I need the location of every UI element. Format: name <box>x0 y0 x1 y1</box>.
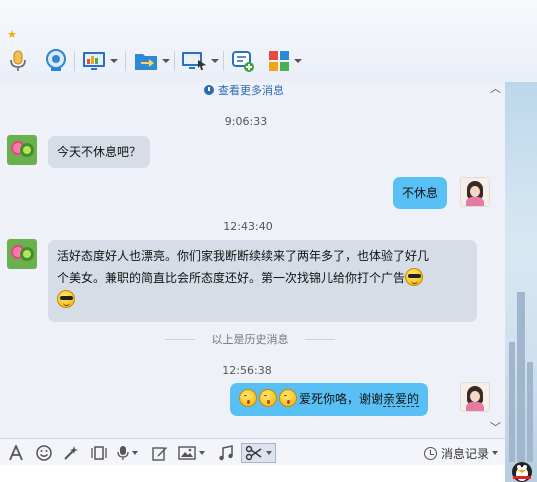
image-button[interactable] <box>178 443 205 463</box>
shake-button[interactable] <box>90 443 108 463</box>
message-text-line: 个美女。兼职的简直比会所态度还好。第一次找锦儿给你打个广告 <box>57 271 406 285</box>
voice-msg-icon <box>117 446 129 460</box>
message-text: 不休息 <box>402 186 439 200</box>
screenshot-icon <box>245 445 262 461</box>
remote-desktop-button[interactable] <box>181 47 219 75</box>
avatar[interactable] <box>460 382 490 412</box>
message-text-highlight: 亲爱的 <box>383 392 420 407</box>
timestamp: 12:43:40 <box>223 220 273 233</box>
message-text-line: 活好态度好人也漂亮。你们家我断断续续来了两年多了，也体验了好几 <box>57 249 430 263</box>
more-apps-button[interactable] <box>268 47 302 75</box>
emoji-button[interactable] <box>36 443 52 463</box>
qq-penguin-icon <box>509 458 535 482</box>
magic-effect-button[interactable] <box>63 443 79 463</box>
message-bubble-left[interactable]: 今天不休息吧？ <box>48 136 151 168</box>
voice-icon <box>10 50 26 71</box>
screen-share-button[interactable] <box>82 47 118 75</box>
collapse-up-icon[interactable]: ︿ <box>490 80 501 96</box>
shake-icon <box>91 446 107 460</box>
kiss-emoji-icon <box>259 389 277 407</box>
clock-icon <box>204 85 214 95</box>
chat-toolbar <box>0 47 330 75</box>
timestamp: 9:06:33 <box>224 115 268 128</box>
screenshot-button[interactable] <box>241 443 276 463</box>
timestamp: 12:56:38 <box>222 364 272 377</box>
remote-desktop-icon <box>182 52 206 70</box>
font-icon <box>9 445 23 461</box>
message-log-button[interactable]: 消息记录 <box>424 443 499 463</box>
edit-button[interactable] <box>152 443 168 463</box>
image-icon <box>178 446 196 460</box>
avatar[interactable] <box>7 239 37 269</box>
input-toolbar: 消息记录 <box>0 438 505 465</box>
message-bubble-right[interactable]: 爱死你咯，谢谢亲爱的 <box>230 383 429 416</box>
video-icon <box>46 49 66 71</box>
music-icon <box>219 445 233 461</box>
more-apps-icon <box>269 51 289 71</box>
voice-message-button[interactable] <box>117 443 138 463</box>
clock-icon <box>424 446 437 460</box>
view-more-messages-link[interactable]: 查看更多消息 <box>204 82 284 98</box>
side-panel-background <box>505 82 537 482</box>
cool-emoji-icon <box>57 290 75 308</box>
magic-icon <box>64 446 78 460</box>
font-button[interactable] <box>8 443 24 463</box>
cool-emoji-icon <box>405 268 424 286</box>
view-more-label: 查看更多消息 <box>218 84 284 97</box>
file-transfer-button[interactable] <box>134 47 170 75</box>
voice-call-button[interactable] <box>8 47 28 75</box>
avatar[interactable] <box>460 177 490 207</box>
avatar[interactable] <box>7 135 37 165</box>
music-button[interactable] <box>218 443 234 463</box>
video-call-button[interactable] <box>44 47 68 75</box>
collapse-down-icon[interactable]: ﹀ <box>490 419 501 435</box>
screen-share-icon <box>83 52 105 70</box>
message-log-label: 消息记录 <box>441 446 490 461</box>
message-bubble-right[interactable]: 不休息 <box>393 177 448 209</box>
message-bubble-left[interactable]: 活好态度好人也漂亮。你们家我断断续续来了两年多了，也体验了好几 个美女。兼职的简… <box>48 240 477 322</box>
file-transfer-icon <box>135 54 157 70</box>
history-divider: 以上是历史消息 <box>211 333 289 346</box>
emoji-icon <box>36 445 52 461</box>
kiss-emoji-icon <box>279 389 297 407</box>
message-text: 今天不休息吧？ <box>57 145 142 159</box>
message-text: 爱死你咯，谢谢 <box>299 392 384 406</box>
star-icon[interactable]: ★ <box>7 28 17 41</box>
title-bar: ★ <box>0 0 537 82</box>
add-app-icon <box>232 51 254 72</box>
kiss-emoji-icon <box>239 389 257 407</box>
add-app-button[interactable] <box>231 47 255 75</box>
edit-icon <box>152 447 167 461</box>
message-input[interactable] <box>0 465 505 482</box>
